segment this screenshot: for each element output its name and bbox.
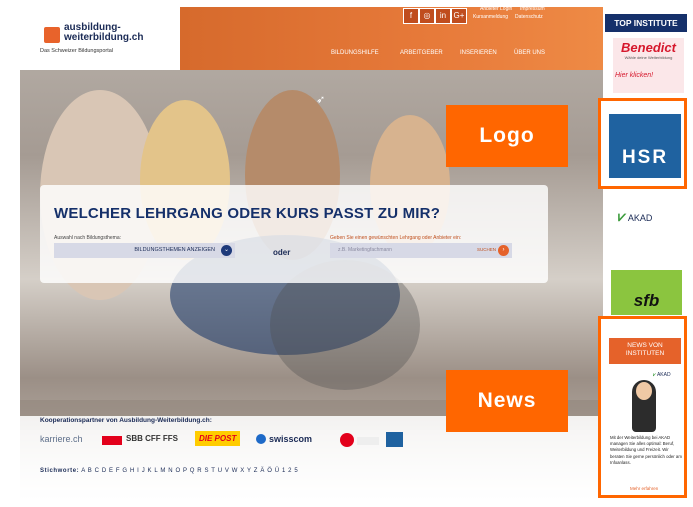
link-datenschutz[interactable]: Datenschutz — [515, 14, 543, 20]
akad-logo[interactable]: ⩗ AKAD — [618, 208, 652, 225]
akad-check-icon: ⩗ — [618, 208, 626, 224]
link-anbieter-login[interactable]: Anbieter Login — [480, 6, 512, 12]
logo-line-2: weiterbildung.ch — [64, 32, 144, 43]
partner-swisscom[interactable]: swisscom — [269, 434, 312, 444]
linkedin-icon[interactable]: in — [435, 8, 451, 24]
partner-logo-blue-icon[interactable] — [386, 432, 403, 447]
logo-icon[interactable] — [44, 27, 60, 43]
mouse-cursor-icon: ➶ — [316, 94, 326, 106]
benedict-logo: Benedict — [621, 40, 676, 55]
partner-sbb[interactable]: SBB CFF FFS — [126, 434, 178, 443]
site-logo[interactable]: ausbildung- weiterbildung.ch — [64, 23, 143, 43]
oder-label: oder — [273, 248, 291, 257]
keywords-letters[interactable]: A B C D E F G H I J K L M N O P Q R S T … — [81, 468, 298, 474]
news-akad-logo: ⩗ AKAD — [653, 372, 671, 378]
link-impressum[interactable]: Impressum — [520, 6, 545, 12]
topic-select[interactable]: BILDUNGSTHEMEN ANZEIGEN ⌄ — [54, 243, 235, 258]
facebook-icon[interactable]: f — [403, 8, 419, 24]
topic-label: Auswahl nach Bildungsthema: — [54, 235, 121, 241]
googleplus-icon[interactable]: G+ — [451, 8, 467, 24]
akad-text: AKAD — [627, 213, 653, 223]
nav-inserieren[interactable]: INSERIEREN — [460, 50, 497, 56]
nav-ueber-uns[interactable]: ÜBER UNS — [514, 50, 545, 56]
link-kursanmeldung[interactable]: Kursanmeldung — [473, 14, 508, 20]
news-text: Mit der Weiterbildung bei AKAD managen S… — [610, 435, 682, 465]
benedict-ad[interactable]: Benedict Wähle deine Weiterbildung Hier … — [613, 38, 684, 93]
keywords-label: Stichworte: — [40, 468, 80, 474]
benedict-sub: Wähle deine Weiterbildung — [624, 55, 673, 60]
news-more-link[interactable]: Mehr erfahren — [630, 486, 658, 491]
partner-logo-red-circle-icon[interactable] — [340, 433, 354, 447]
news-akad-check-icon: ⩗ — [653, 372, 656, 378]
benedict-link: Hier klicken! — [615, 72, 654, 79]
nav-bildungshilfe[interactable]: BILDUNGSHILFE — [331, 50, 379, 56]
news-photo-face — [636, 382, 652, 400]
news-title: NEWS VON INSTITUTEN — [609, 338, 681, 364]
partner-karriere[interactable]: karriere.ch — [40, 434, 83, 444]
topic-select-value: BILDUNGSTHEMEN ANZEIGEN — [134, 247, 215, 253]
news-callout: News — [446, 370, 568, 432]
top-institute-title: TOP INSTITUTE — [605, 14, 687, 32]
keywords-row: Stichworte: A B C D E F G H I J K L M N … — [40, 468, 298, 474]
partner-post[interactable]: DIE POST — [195, 431, 241, 446]
search-placeholder: z.B. Marketingfachmann — [338, 247, 392, 253]
search-headline: WELCHER LEHRGANG ODER KURS PASST ZU MIR? — [54, 205, 441, 222]
instagram-icon[interactable]: ◎ — [419, 8, 435, 24]
sbb-logo-icon — [102, 436, 122, 445]
sfb-logo[interactable]: sfb — [611, 270, 682, 315]
logo-callout: Logo — [446, 105, 568, 167]
hsr-logo[interactable]: HSR — [609, 114, 681, 178]
nav-arbeitgeber[interactable]: ARBEITGEBER — [400, 50, 443, 56]
partner-logo-small-icon[interactable] — [357, 437, 379, 445]
search-input[interactable]: z.B. Marketingfachmann SUCHEN › — [330, 243, 512, 258]
news-akad-text: AKAD — [656, 372, 671, 378]
chevron-down-icon[interactable]: ⌄ — [221, 245, 232, 256]
logo-tagline: Das Schweizer Bildungsportal — [40, 48, 114, 54]
partners-title: Kooperationspartner von Ausbildung-Weite… — [40, 417, 212, 424]
swisscom-icon — [256, 434, 266, 444]
search-arrow-icon[interactable]: › — [498, 245, 509, 256]
search-label: Geben Sie einen gewünschten Lehrgang ode… — [330, 235, 462, 241]
search-button-label[interactable]: SUCHEN — [477, 247, 496, 252]
search-panel — [40, 185, 548, 283]
